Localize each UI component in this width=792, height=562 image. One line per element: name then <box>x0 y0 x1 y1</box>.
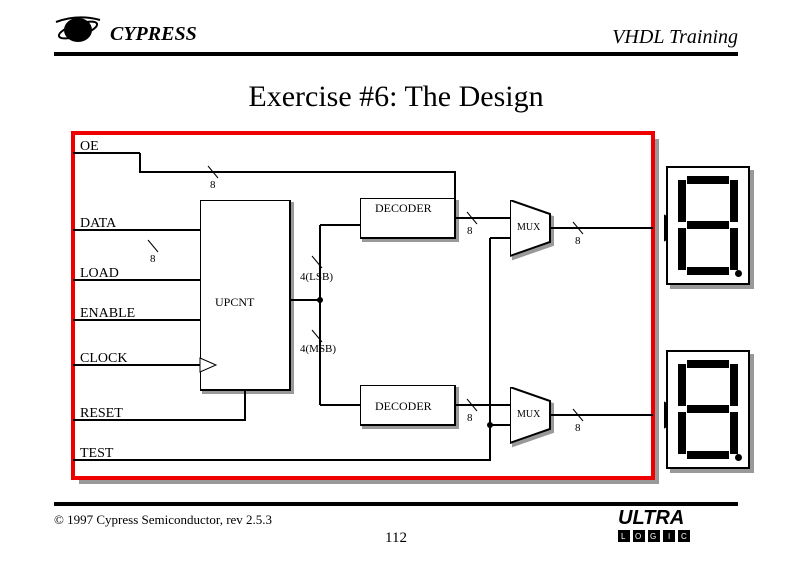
bus-lsb: 4(LSB) <box>300 271 333 283</box>
mux-upper-label: MUX <box>517 222 541 233</box>
svg-text:OE: OE <box>80 139 99 154</box>
seven-segment-display-lower <box>666 350 750 469</box>
bus-mux-upper: 8 <box>575 235 581 247</box>
svg-text:G: G <box>650 532 656 541</box>
mux-lower-label: MUX <box>517 409 541 420</box>
bus-dec-lower: 8 <box>467 412 473 424</box>
svg-text:DATA: DATA <box>80 216 117 231</box>
header-rule <box>54 52 738 56</box>
svg-text:ULTRA: ULTRA <box>618 507 684 529</box>
bus-dec-upper: 8 <box>467 225 473 237</box>
bus-mux-lower: 8 <box>575 422 581 434</box>
svg-text:C: C <box>681 532 687 541</box>
ultra-logo: ULTRA L O G I C <box>618 506 738 547</box>
svg-text:ENABLE: ENABLE <box>80 306 135 321</box>
svg-text:TEST: TEST <box>80 446 114 461</box>
bus-msb: 4(MSB) <box>300 343 336 355</box>
input-reset: RESET <box>73 406 130 421</box>
training-label: VHDL Training <box>612 26 738 49</box>
page-title: Exercise #6: The Design <box>0 80 792 114</box>
decoder-lower-label: DECODER <box>375 399 432 413</box>
upcnt-label: UPCNT <box>215 295 255 309</box>
svg-text:L: L <box>621 532 626 541</box>
bus-data: 8 <box>150 253 156 265</box>
svg-text:I: I <box>668 532 670 541</box>
decoder-upper-label: DECODER <box>375 201 432 215</box>
seven-segment-display-upper <box>666 166 750 285</box>
brand-text: CYPRESS <box>110 23 197 45</box>
bus-oe: 8 <box>210 179 216 191</box>
block-diagram: OE DATA LOAD ENABLE CLOCK RESET TEST <box>70 130 730 490</box>
svg-text:RESET: RESET <box>80 406 123 421</box>
copyright: © 1997 Cypress Semiconductor, rev 2.5.3 <box>54 512 272 528</box>
svg-text:O: O <box>635 532 641 541</box>
svg-text:LOAD: LOAD <box>80 266 119 281</box>
svg-text:CLOCK: CLOCK <box>80 351 127 366</box>
cypress-logo: CYPRESS <box>54 14 214 54</box>
